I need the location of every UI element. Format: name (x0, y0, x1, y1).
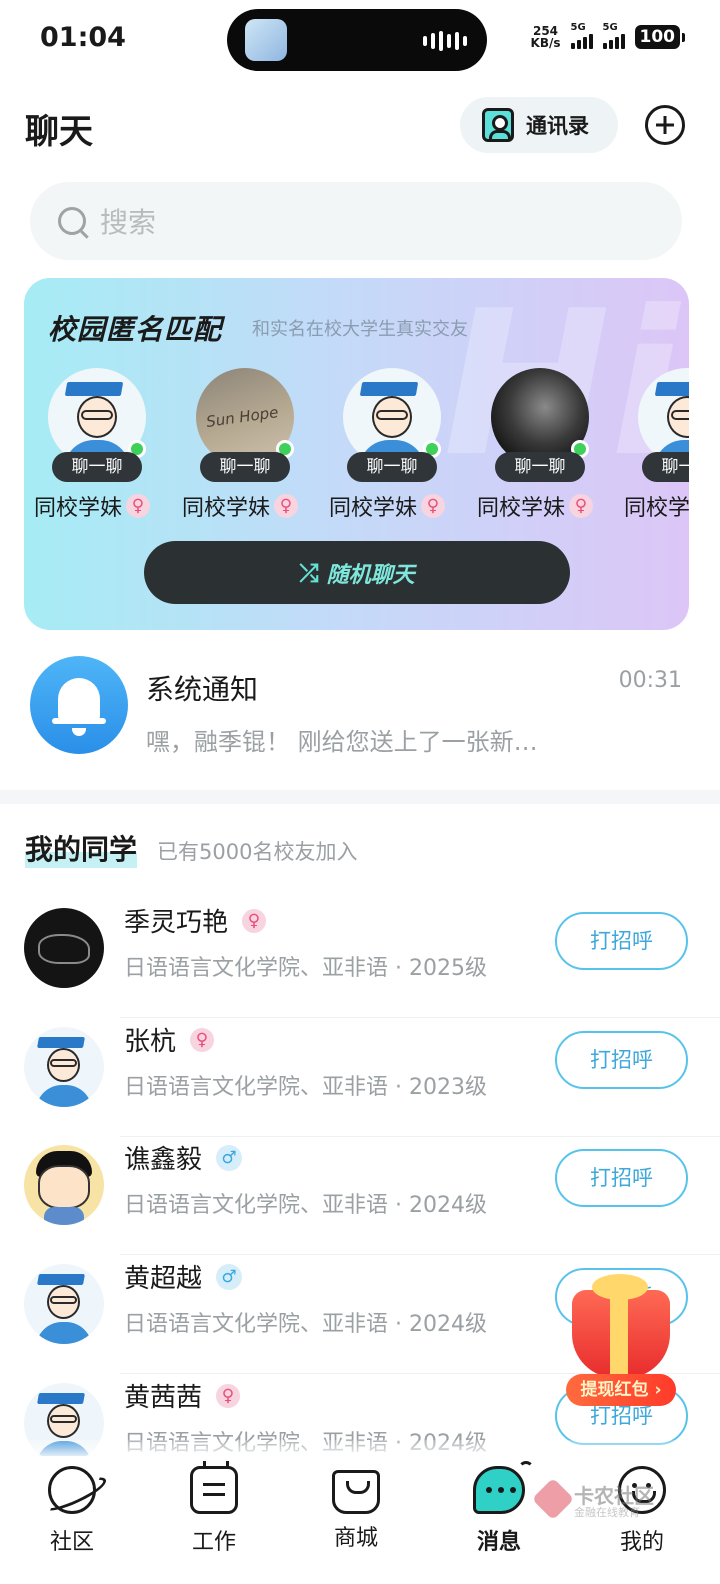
audio-wave-icon (423, 31, 467, 51)
avatar (24, 1264, 104, 1344)
banner-title: 校园匿名匹配 (48, 313, 223, 346)
search-placeholder: 搜索 (100, 206, 157, 239)
classmate-name: 张杭 ♀ (124, 1021, 215, 1058)
male-icon: ♂ (216, 1144, 243, 1171)
shopping-bag-icon (332, 1470, 380, 1514)
clipboard-icon (190, 1461, 238, 1514)
system-notice-message: 嘿，融季锟！ 刚给您送上了一张新… (146, 728, 538, 756)
match-card[interactable]: Sun Hope 聊一聊 同校学妹 ♀ (172, 368, 312, 528)
random-chat-button[interactable]: ⤮ 随机聊天 (144, 541, 570, 604)
row-divider (120, 1254, 720, 1255)
system-notice-time: 00:31 (618, 668, 682, 693)
red-packet-label: 提现红包 › (566, 1374, 676, 1406)
female-icon: ♀ (569, 494, 594, 518)
random-chat-label: 随机聊天 (326, 562, 415, 588)
dynamic-island[interactable] (227, 9, 487, 71)
match-label: 同校学 (624, 496, 689, 521)
signal-2-icon: 5G (602, 22, 625, 49)
section-divider (0, 790, 720, 804)
status-bar: 01:04 254 KB/s 5G 5G 100 (0, 0, 720, 80)
bell-icon (52, 678, 106, 724)
banner-subtitle: 和实名在校大学生真实交友 (252, 319, 468, 340)
avatar (30, 656, 128, 754)
status-time: 01:04 (40, 22, 126, 53)
match-card[interactable]: 聊一聊 同校学妹 ♀ (319, 368, 459, 528)
match-label: 同校学妹 ♀ (34, 490, 151, 522)
system-notice-row[interactable]: 系统通知 00:31 嘿，融季锟！ 刚给您送上了一张新… (0, 650, 720, 790)
greet-button[interactable]: 打招呼 (555, 1149, 688, 1207)
classmate-detail: 日语语言文化学院、亚非语 · 2023级 (124, 1075, 487, 1100)
status-indicators: 254 KB/s 5G 5G 100 (530, 22, 685, 50)
match-card[interactable]: 聊一聊 同校学 (614, 368, 689, 528)
nav-item-mall[interactable]: 商城 (306, 1466, 406, 1566)
add-icon[interactable] (645, 105, 685, 145)
campus-match-banner: Hi 校园匿名匹配 和实名在校大学生真实交友 聊一聊 同校学妹♀ Sun Hop… (24, 278, 689, 630)
match-label: 同校学妹 ♀ (477, 490, 594, 522)
nav-item-messages[interactable]: 消息 (449, 1461, 549, 1566)
classmate-detail: 日语语言文化学院、亚非语 · 2025级 (124, 956, 487, 981)
list-item[interactable]: 张杭 ♀ 日语语言文化学院、亚非语 · 2023级 打招呼 (0, 1019, 720, 1137)
avatar (24, 1145, 104, 1225)
female-icon: ♀ (242, 908, 267, 933)
female-icon: ♀ (421, 494, 446, 518)
list-item[interactable]: 谯鑫毅 ♂ 日语语言文化学院、亚非语 · 2024级 打招呼 (0, 1137, 720, 1255)
contacts-button[interactable]: 通讯录 (460, 97, 618, 153)
system-notice-title: 系统通知 (146, 673, 259, 706)
nav-label: 工作 (191, 1530, 236, 1555)
shuffle-icon: ⤮ (299, 558, 319, 587)
app-thumbnail-icon (245, 19, 287, 61)
red-packet-float[interactable]: 提现红包 › (562, 1272, 680, 1408)
classmate-name: 黄超越 ♂ (124, 1258, 243, 1295)
page-title: 聊天 (25, 112, 93, 152)
nav-label: 商城 (333, 1526, 378, 1551)
nav-item-work[interactable]: 工作 (164, 1461, 264, 1566)
classmates-title: 我的同学 (25, 828, 138, 868)
nav-item-community[interactable]: 社区 (22, 1466, 122, 1566)
chat-button[interactable]: 聊一聊 (642, 452, 689, 482)
avatar (24, 1027, 104, 1107)
chat-button[interactable]: 聊一聊 (347, 452, 437, 482)
chat-button[interactable]: 聊一聊 (52, 452, 142, 482)
match-label: 同校学妹 ♀ (329, 490, 446, 522)
male-icon: ♂ (216, 1263, 243, 1290)
classmate-name: 谯鑫毅 ♂ (124, 1139, 243, 1176)
nav-label: 社区 (49, 1530, 94, 1555)
watermark-logo-icon (531, 1477, 575, 1521)
chat-page: 01:04 254 KB/s 5G 5G 100 聊天 通讯录 搜索 校园匿名匹… (0, 0, 720, 1584)
nav-label: 消息 (476, 1530, 521, 1555)
classmates-header: 我的同学 已有5000名校友加入 (25, 828, 357, 868)
female-icon: ♀ (216, 1383, 241, 1408)
chat-button[interactable]: 聊一聊 (200, 452, 290, 482)
contacts-label: 通讯录 (526, 114, 589, 138)
match-label: 同校学妹 ♀ (182, 490, 299, 522)
avatar (24, 908, 104, 988)
chat-bubble-icon (473, 1461, 534, 1514)
search-input[interactable]: 搜索 (30, 182, 682, 260)
female-icon: ♀ (274, 494, 299, 518)
match-card[interactable]: 聊一聊 同校学妹 ♀ (24, 368, 164, 528)
watermark: 卡农社区 金融在线教育 (531, 1477, 658, 1522)
chat-button[interactable]: 聊一聊 (495, 452, 585, 482)
contacts-icon (482, 108, 514, 142)
nav-label: 我的 (619, 1530, 664, 1555)
signal-1-icon: 5G (570, 22, 593, 49)
match-card-list: 聊一聊 同校学妹 ♀ Sun Hope 聊一聊 同校学妹 ♀ 聊一聊 同校学妹 ♀ 聊… (24, 368, 689, 528)
female-icon: ♀ (190, 1027, 215, 1052)
classmates-subtitle: 已有5000名校友加入 (157, 840, 358, 864)
network-speed: 254 KB/s (530, 23, 561, 50)
search-icon (58, 207, 86, 235)
greet-button[interactable]: 打招呼 (555, 912, 688, 970)
battery-icon: 100 (634, 24, 685, 49)
planet-icon (48, 1466, 96, 1514)
match-card[interactable]: 聊一聊 同校学妹 ♀ (467, 368, 607, 528)
classmate-name: 季灵巧艳 ♀ (124, 902, 267, 939)
classmate-name: 黄茜茜 ♀ (124, 1377, 241, 1414)
female-icon: ♀ (126, 494, 151, 518)
classmate-detail: 日语语言文化学院、亚非语 · 2024级 (124, 1193, 487, 1218)
list-item[interactable]: 季灵巧艳 ♀ 日语语言文化学院、亚非语 · 2025级 打招呼 (0, 900, 720, 1018)
greet-button[interactable]: 打招呼 (555, 1031, 688, 1089)
classmate-detail: 日语语言文化学院、亚非语 · 2024级 (124, 1312, 487, 1337)
row-divider (120, 1017, 720, 1018)
